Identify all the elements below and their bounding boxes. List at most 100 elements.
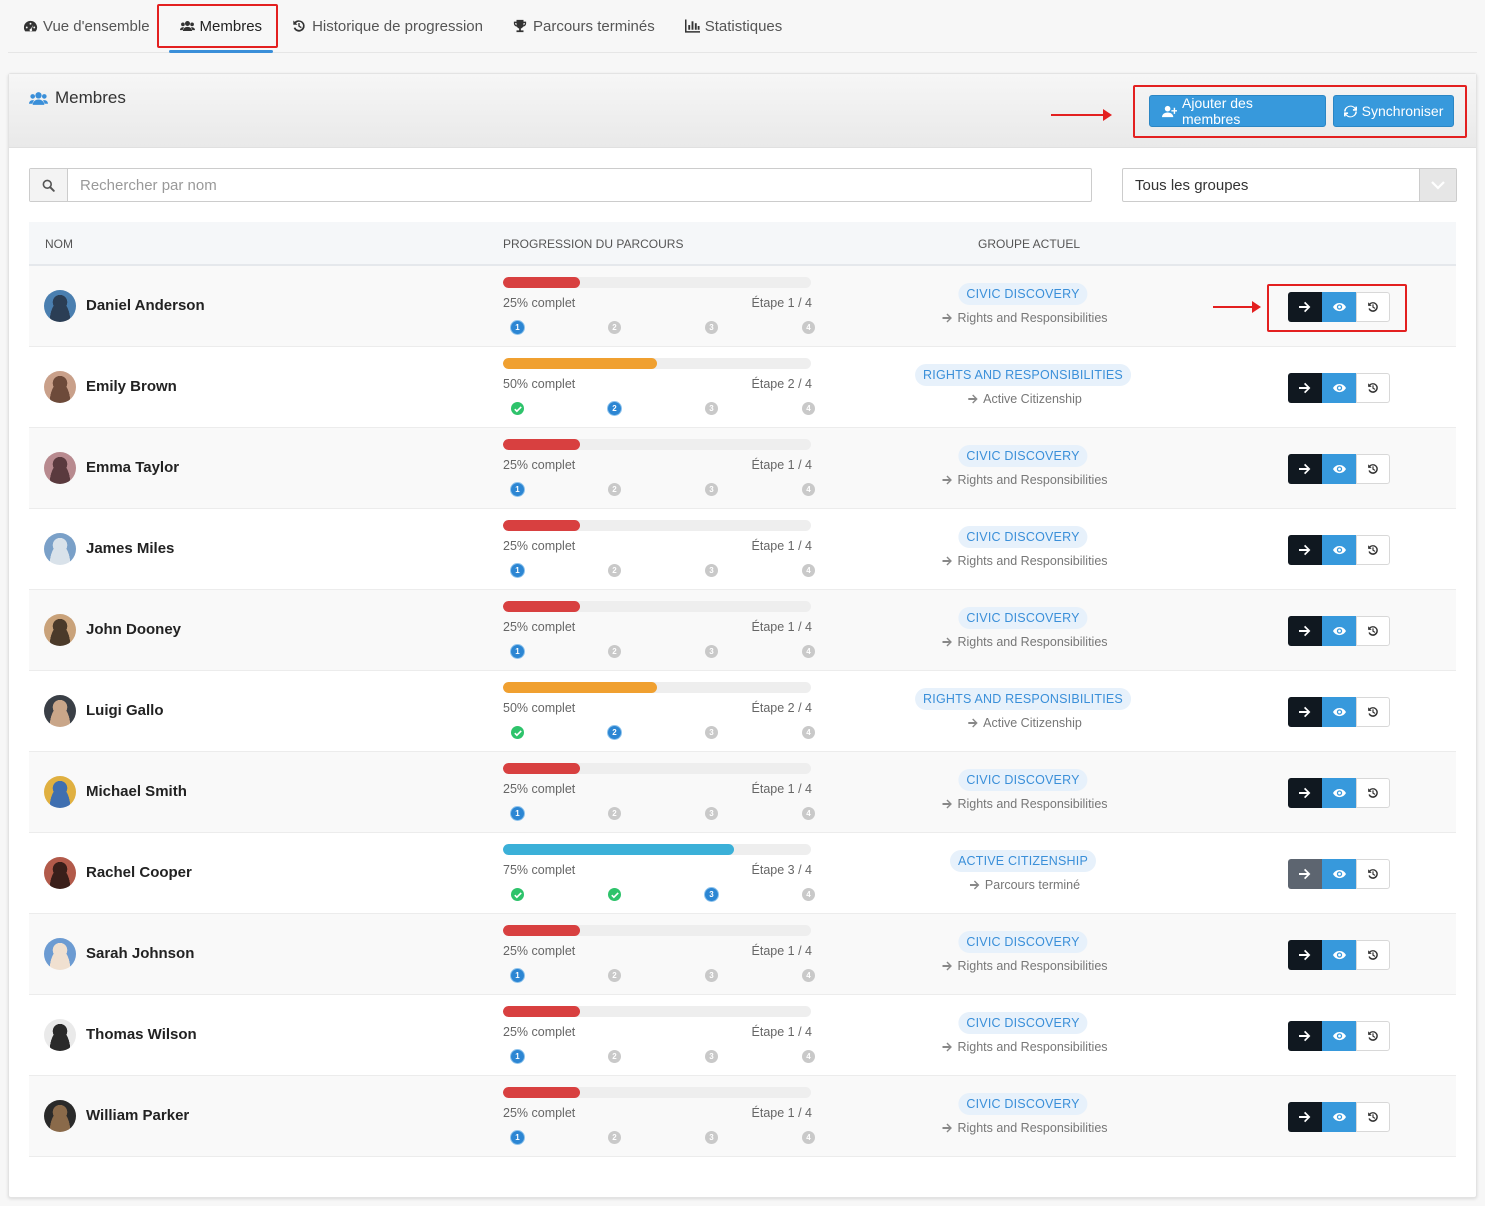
advance-button[interactable] <box>1288 535 1322 565</box>
step-number: 2 <box>608 726 621 739</box>
arrow-right-icon <box>968 394 978 404</box>
reset-button[interactable] <box>1356 535 1390 565</box>
view-button[interactable] <box>1322 535 1356 565</box>
reset-button[interactable] <box>1356 940 1390 970</box>
step-number: 4 <box>802 888 815 901</box>
history-icon <box>1368 869 1378 879</box>
reset-button[interactable] <box>1356 697 1390 727</box>
step-number: 4 <box>802 402 815 415</box>
step-done-icon <box>511 402 524 415</box>
avatar <box>44 695 76 727</box>
advance-button[interactable] <box>1288 1102 1322 1132</box>
reset-button[interactable] <box>1356 616 1390 646</box>
view-button[interactable] <box>1322 1102 1356 1132</box>
history-icon <box>1368 707 1378 717</box>
progress-step: Étape 1 / 4 <box>751 539 812 553</box>
tab-overview[interactable]: Vue d'ensemble <box>8 0 165 53</box>
progress-percent: 25% complet <box>503 458 576 472</box>
step-number: 1 <box>511 1050 524 1063</box>
step-done-icon <box>608 888 621 901</box>
progress-bar-fill <box>503 439 580 450</box>
advance-button[interactable] <box>1288 697 1322 727</box>
tab-label: Parcours terminés <box>533 17 655 35</box>
arrow-right-icon <box>942 799 952 809</box>
step-number: 1 <box>511 321 524 334</box>
view-button[interactable] <box>1322 697 1356 727</box>
next-group: Rights and Responsibilities <box>942 797 1108 811</box>
row-actions <box>1288 454 1390 484</box>
add-members-button[interactable]: Ajouter des membres <box>1149 95 1326 127</box>
progress-percent: 25% complet <box>503 620 576 634</box>
progress-bar <box>503 520 811 531</box>
view-button[interactable] <box>1322 373 1356 403</box>
tab-label: Statistiques <box>704 17 783 35</box>
view-button[interactable] <box>1322 454 1356 484</box>
table-row: Emily Brown 50% complet Étape 2 / 4 234 … <box>29 347 1456 428</box>
member-name: Emily Brown <box>86 378 177 395</box>
progress-step: Étape 1 / 4 <box>751 620 812 634</box>
view-button[interactable] <box>1322 778 1356 808</box>
row-actions <box>1288 778 1390 808</box>
step-number: 4 <box>802 969 815 982</box>
avatar <box>44 1100 76 1132</box>
view-button[interactable] <box>1322 1021 1356 1051</box>
next-group: Rights and Responsibilities <box>942 311 1108 325</box>
group-filter-select[interactable]: Tous les groupes <box>1122 168 1457 202</box>
progress-bar <box>503 763 811 774</box>
history-icon <box>1368 626 1378 636</box>
next-group-label: Rights and Responsibilities <box>957 1040 1108 1054</box>
reset-button[interactable] <box>1356 1021 1390 1051</box>
reset-button[interactable] <box>1356 454 1390 484</box>
advance-button[interactable] <box>1288 1021 1322 1051</box>
step-done-icon <box>511 888 524 901</box>
next-group-label: Parcours terminé <box>984 878 1081 892</box>
step-number: 2 <box>608 807 621 820</box>
member-name: Luigi Gallo <box>86 702 164 719</box>
tab-history[interactable]: Historique de progression <box>277 0 498 53</box>
step-number: 3 <box>705 645 718 658</box>
view-button[interactable] <box>1322 616 1356 646</box>
dashboard-icon <box>23 19 38 34</box>
history-icon <box>1368 950 1378 960</box>
next-group-label: Rights and Responsibilities <box>957 635 1108 649</box>
member-name: Michael Smith <box>86 783 187 800</box>
advance-button[interactable] <box>1288 616 1322 646</box>
step-number: 4 <box>802 726 815 739</box>
group-badge: CIVIC DISCOVERY <box>958 1093 1088 1115</box>
step-number: 4 <box>802 807 815 820</box>
arrow-right-icon <box>1299 544 1311 556</box>
avatar <box>44 614 76 646</box>
reset-button[interactable] <box>1356 859 1390 889</box>
tab-completed[interactable]: Parcours terminés <box>498 0 670 53</box>
arrow-right-icon <box>1299 706 1311 718</box>
tab-statistics[interactable]: Statistiques <box>670 0 798 53</box>
reset-button[interactable] <box>1356 1102 1390 1132</box>
step-done-icon <box>511 726 524 739</box>
sync-label: Synchroniser <box>1361 103 1444 119</box>
table-row: Emma Taylor 25% complet Étape 1 / 4 1 2 3 4… <box>29 428 1456 509</box>
step-number: 2 <box>608 564 621 577</box>
view-button[interactable] <box>1322 859 1356 889</box>
advance-button[interactable] <box>1288 778 1322 808</box>
annotation-arrow <box>1213 301 1261 313</box>
advance-button[interactable] <box>1288 859 1322 889</box>
step-number: 2 <box>608 1050 621 1063</box>
advance-button[interactable] <box>1288 940 1322 970</box>
reset-button[interactable] <box>1356 373 1390 403</box>
next-group-label: Active Citizenship <box>983 392 1082 406</box>
progress-bar-fill <box>503 682 657 693</box>
step-number: 3 <box>705 321 718 334</box>
search-input[interactable] <box>68 169 1091 201</box>
progress-bar-fill <box>503 277 580 288</box>
add-members-label: Ajouter des membres <box>1182 95 1253 127</box>
advance-button[interactable] <box>1288 373 1322 403</box>
arrow-right-icon <box>942 637 952 647</box>
sync-button[interactable]: Synchroniser <box>1333 95 1454 127</box>
advance-button[interactable] <box>1288 454 1322 484</box>
step-number: 3 <box>705 483 718 496</box>
step-number: 3 <box>705 969 718 982</box>
arrow-right-icon <box>1299 1111 1311 1123</box>
tab-members[interactable]: Membres <box>165 0 278 53</box>
view-button[interactable] <box>1322 940 1356 970</box>
reset-button[interactable] <box>1356 778 1390 808</box>
